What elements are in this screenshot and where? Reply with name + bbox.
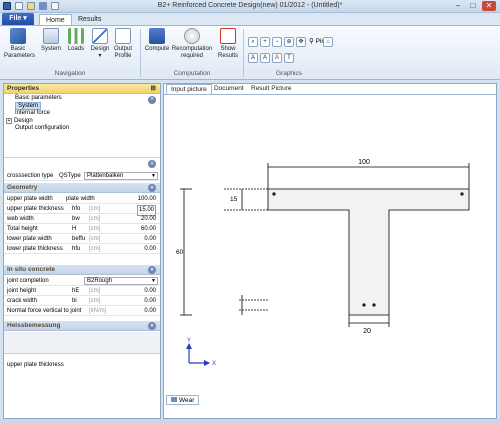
output-profile-icon <box>115 28 131 44</box>
zoom-fit-icon[interactable]: ⊕ <box>284 37 294 47</box>
maximize-icon[interactable]: □ <box>466 1 480 11</box>
property-row[interactable]: Total height H [cm] 60.00 <box>4 225 160 234</box>
basic-parameters-icon <box>10 28 26 44</box>
tree-item-system[interactable]: System <box>15 101 42 110</box>
property-value: 0.00 <box>144 308 156 314</box>
rebar-point <box>272 192 276 196</box>
status-light-icon <box>184 28 200 44</box>
system-button[interactable]: System <box>40 28 62 53</box>
property-description: upper plate thickness <box>7 362 64 368</box>
property-row[interactable]: lower plate width beffu [cm] 0.00 <box>4 235 160 244</box>
pin-icon[interactable]: ⊞ <box>151 84 156 94</box>
heissbemessung-area <box>4 332 160 354</box>
font-smaller-icon[interactable]: A <box>260 53 270 63</box>
pan-icon[interactable]: ✥ <box>296 37 306 47</box>
show-results-icon <box>220 28 236 44</box>
property-row[interactable]: crack width bi [cm] 0.00 <box>4 297 160 306</box>
graphics-group-label: Graphics <box>275 70 302 77</box>
window-title: B2+ Reinforced Concrete Design(new) 01/2… <box>157 2 343 9</box>
rebar-point <box>372 303 376 307</box>
dim-top-label: 100 <box>358 159 370 166</box>
property-value: 0.00 <box>144 298 156 304</box>
status-bar <box>0 419 500 423</box>
font-larger-icon[interactable]: A <box>248 53 258 63</box>
compute-icon <box>149 28 165 44</box>
tab-home[interactable]: Home <box>39 14 72 25</box>
dim-left-small-label: 15 <box>230 196 238 203</box>
property-value: 20.00 <box>140 216 156 222</box>
compute-button[interactable]: Compute <box>144 28 170 53</box>
property-value: 0.00 <box>144 236 156 242</box>
expand-icon[interactable]: + <box>6 117 12 124</box>
property-value: 100.00 <box>137 196 156 202</box>
rebar-point <box>362 303 366 307</box>
file-menu-button[interactable]: File ▾ <box>2 13 34 25</box>
collapse-insitu-icon[interactable]: « <box>148 266 156 274</box>
home-view-icon[interactable]: ⌂ <box>323 37 333 47</box>
wear-icon <box>171 397 177 402</box>
property-row[interactable]: upper plate thickness hfo [cm] 15.00 <box>4 205 160 216</box>
show-results-button[interactable]: Show Results <box>216 28 240 60</box>
navigation-group-label: Navigation <box>54 70 86 77</box>
zoom-in-icon[interactable]: + <box>260 37 270 47</box>
minimize-icon[interactable]: – <box>451 1 465 11</box>
axis-x-label: X <box>212 361 216 367</box>
properties-panel: Properties ⊞ Basic parameters System Int… <box>3 83 161 419</box>
property-row[interactable]: lower plate thickness hfu [cm] 0.00 <box>4 245 160 254</box>
t-beam-outline <box>267 188 470 316</box>
property-value: 0.00 <box>144 288 156 294</box>
dim-bottom-label: 20 <box>363 328 371 335</box>
loads-button[interactable]: Loads <box>66 28 86 53</box>
property-value: 0.00 <box>144 246 156 252</box>
crosssection-type-select[interactable]: Plattenbalken ▼ <box>84 172 158 180</box>
computation-group-label: Computation <box>173 70 211 77</box>
tree-item-design[interactable]: Design <box>14 118 33 124</box>
collapse-geometry-icon[interactable]: « <box>148 184 156 192</box>
text-style-icon[interactable]: T <box>284 53 294 63</box>
geometry-header[interactable]: Geometry « <box>4 183 160 193</box>
system-icon <box>43 28 59 44</box>
document-area: Input picture Document Result Picture 10… <box>163 83 497 419</box>
zoom-window-icon[interactable]: ⌕ <box>248 37 258 47</box>
property-row[interactable]: upper plate width plate width 100.00 <box>4 195 160 204</box>
collapse-heiss-icon[interactable]: « <box>148 322 156 330</box>
basic-parameters-button[interactable]: Basic Parameters <box>4 28 35 60</box>
property-value: 60.00 <box>140 226 156 232</box>
close-icon[interactable]: ✕ <box>482 1 496 11</box>
tab-wear[interactable]: Wear <box>166 395 200 405</box>
ribbon: Basic Parameters System Loads Design ▾ O… <box>0 25 500 80</box>
tree-item-internal-force[interactable]: Internal force <box>4 110 160 118</box>
output-profile-button[interactable]: Output Profile <box>113 28 133 60</box>
rebar-point <box>460 192 464 196</box>
design-button[interactable]: Design ▾ <box>89 28 111 60</box>
collapse-section-icon[interactable]: « <box>148 160 156 168</box>
tab-results[interactable]: Results <box>72 14 107 25</box>
crosssection-type-row: crosssection type QSType Plattenbalken ▼ <box>4 172 160 181</box>
recomputation-indicator: Recomputation required <box>171 28 213 60</box>
property-row[interactable]: joint height hE [cm] 0.00 <box>4 287 160 296</box>
tab-result-picture[interactable]: Result Picture <box>247 84 295 94</box>
navigation-tree: Basic parameters System Internal force +… <box>4 95 160 143</box>
tab-document[interactable]: Document <box>210 84 248 94</box>
font-color-icon[interactable]: A <box>272 53 282 63</box>
properties-header: Properties ⊞ <box>4 84 160 94</box>
dim-left-label: 60 <box>176 249 184 256</box>
heissbemessung-header[interactable]: Heissbemessung « <box>4 321 160 331</box>
joint-completion-select[interactable]: B2Rough ▼ <box>84 277 158 285</box>
loads-icon <box>68 28 84 44</box>
tab-input-picture[interactable]: Input picture <box>166 84 212 94</box>
cross-section-drawing: 100 15 60 20 Y X <box>176 159 470 367</box>
collapse-tree-icon[interactable]: « <box>148 96 156 104</box>
insitu-concrete-header[interactable]: In situ concrete « <box>4 265 160 275</box>
joint-completion-row: joint completion B2Rough ▼ <box>4 277 160 286</box>
property-row[interactable]: Normal force vertical to joint [kN/m] 0.00 <box>4 307 160 316</box>
zoom-out-icon[interactable]: − <box>272 37 282 47</box>
tree-item-output-configuration[interactable]: Output configuration <box>4 125 160 133</box>
property-row[interactable]: web width bw [cm] 20.00 <box>4 215 160 224</box>
axis-x-arrow <box>204 360 210 366</box>
drawing-canvas[interactable]: 100 15 60 20 Y X <box>164 94 496 393</box>
design-icon <box>92 28 108 44</box>
